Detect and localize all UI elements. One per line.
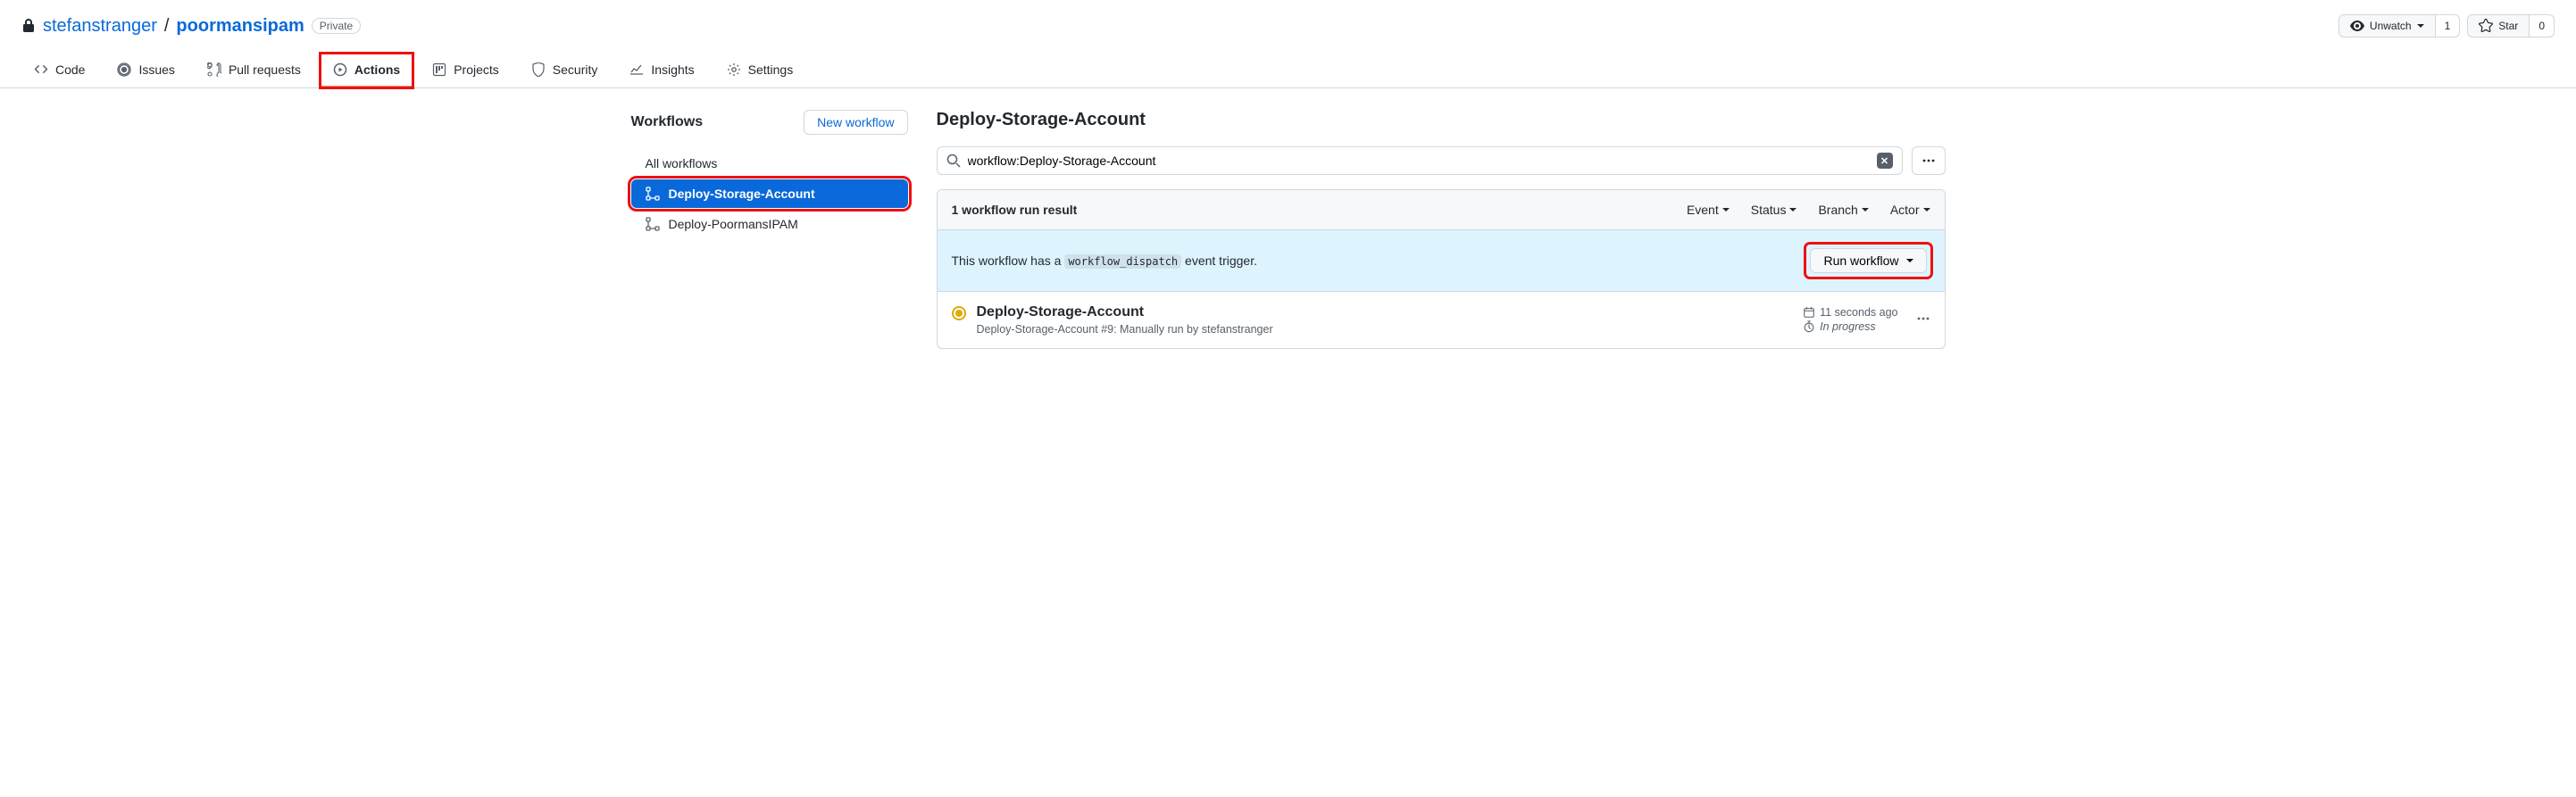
tab-pulls[interactable]: Pull requests xyxy=(195,54,313,87)
tab-projects[interactable]: Projects xyxy=(420,54,512,87)
workflow-search-input[interactable] xyxy=(968,154,1877,168)
tab-code[interactable]: Code xyxy=(21,54,97,87)
tab-actions[interactable]: Actions xyxy=(321,54,413,87)
stopwatch-icon xyxy=(1803,320,1815,333)
repo-name-link[interactable]: poormansipam xyxy=(176,16,304,37)
workflow-menu-button[interactable] xyxy=(1912,146,1946,175)
repo-nav: Code Issues Pull requests Actions Projec… xyxy=(0,54,2576,88)
play-icon xyxy=(333,62,347,77)
visibility-badge: Private xyxy=(312,18,361,34)
star-button[interactable]: Star xyxy=(2467,14,2530,37)
workflow-icon xyxy=(646,187,660,201)
watch-count[interactable]: 1 xyxy=(2436,14,2461,37)
dispatch-message: This workflow has a workflow_dispatch ev… xyxy=(952,253,1257,268)
code-icon xyxy=(34,62,48,77)
git-pull-request-icon xyxy=(207,62,221,77)
sidebar-workflow-deploy-storage-account[interactable]: Deploy-Storage-Account xyxy=(631,179,908,208)
lock-icon xyxy=(21,19,36,33)
page-title: Deploy-Storage-Account xyxy=(937,110,1946,130)
calendar-icon xyxy=(1803,306,1815,319)
unwatch-button[interactable]: Unwatch xyxy=(2338,14,2436,37)
tab-security[interactable]: Security xyxy=(519,54,611,87)
filter-branch[interactable]: Branch xyxy=(1818,203,1868,217)
sidebar-all-workflows[interactable]: All workflows xyxy=(631,149,908,178)
caret-icon xyxy=(1923,208,1930,212)
caret-icon xyxy=(2417,24,2424,28)
eye-icon xyxy=(2350,19,2364,33)
new-workflow-button[interactable]: New workflow xyxy=(804,110,907,135)
star-icon xyxy=(2479,19,2493,33)
run-workflow-button[interactable]: Run workflow xyxy=(1810,248,1926,273)
filter-actor[interactable]: Actor xyxy=(1890,203,1930,217)
run-state: In progress xyxy=(1803,320,1897,333)
graph-icon xyxy=(629,62,644,77)
filter-event[interactable]: Event xyxy=(1687,203,1730,217)
run-title[interactable]: Deploy-Storage-Account xyxy=(977,304,1273,320)
tab-insights[interactable]: Insights xyxy=(617,54,706,87)
status-in-progress-icon xyxy=(952,306,966,320)
unwatch-label: Unwatch xyxy=(2370,20,2412,32)
sidebar-workflow-deploy-poormansipam[interactable]: Deploy-PoormansIPAM xyxy=(631,210,908,238)
tab-settings[interactable]: Settings xyxy=(714,54,806,87)
filter-status[interactable]: Status xyxy=(1751,203,1797,217)
repo-breadcrumb: stefanstranger / poormansipam Private xyxy=(21,16,361,37)
caret-icon xyxy=(1722,208,1730,212)
project-icon xyxy=(432,62,446,77)
repo-owner-link[interactable]: stefanstranger xyxy=(43,16,157,37)
workflow-icon xyxy=(646,217,660,231)
star-count[interactable]: 0 xyxy=(2530,14,2555,37)
star-label: Star xyxy=(2498,20,2518,32)
caret-icon xyxy=(1906,259,1913,262)
workflow-search[interactable]: ✕ xyxy=(937,146,1903,175)
run-menu-button[interactable] xyxy=(1916,311,1930,328)
tab-issues[interactable]: Issues xyxy=(104,54,187,87)
caret-icon xyxy=(1789,208,1797,212)
caret-icon xyxy=(1862,208,1869,212)
kebab-icon xyxy=(1922,154,1936,168)
shield-icon xyxy=(531,62,546,77)
kebab-icon xyxy=(1916,311,1930,326)
workflow-run-row[interactable]: Deploy-Storage-Account Deploy-Storage-Ac… xyxy=(938,292,1945,348)
issue-icon xyxy=(117,62,131,77)
search-icon xyxy=(946,154,961,168)
results-count: 1 workflow run result xyxy=(952,203,1078,217)
clear-search-button[interactable]: ✕ xyxy=(1877,153,1893,169)
breadcrumb-sep: / xyxy=(164,16,170,37)
workflows-heading: Workflows xyxy=(631,114,704,130)
run-subtitle: Deploy-Storage-Account #9: Manually run … xyxy=(977,323,1273,336)
gear-icon xyxy=(727,62,741,77)
run-time: 11 seconds ago xyxy=(1803,306,1897,319)
